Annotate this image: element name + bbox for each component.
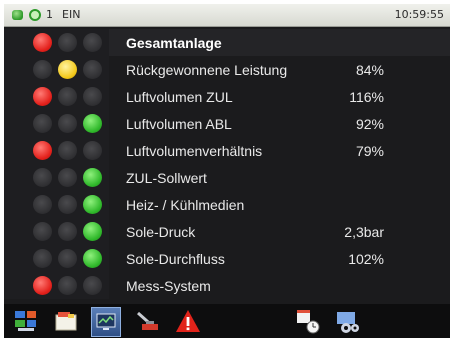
row-label: Sole-Durchfluss (126, 251, 225, 267)
operating-mode: EIN (62, 8, 81, 21)
off-led-icon (58, 168, 77, 187)
off-led-icon (58, 114, 77, 133)
row-value: 116% (349, 89, 384, 105)
red-led-icon (33, 141, 52, 160)
ok-indicator-icon (29, 9, 41, 21)
off-led-icon (58, 33, 77, 52)
status-row-sole-druck[interactable]: Sole-Druck 2,3bar (4, 218, 450, 245)
off-led-icon (58, 87, 77, 106)
off-led-icon (33, 249, 52, 268)
red-led-icon (33, 276, 52, 295)
run-status-icon (12, 10, 23, 20)
service-icon[interactable] (134, 307, 162, 335)
row-label: Luftvolumen ABL (126, 116, 232, 132)
off-led-icon (83, 276, 102, 295)
row-label: Heiz- / Kühlmedien (126, 197, 245, 213)
row-value: 2,3bar (344, 224, 384, 240)
green-led-icon (83, 249, 102, 268)
off-led-icon (33, 60, 52, 79)
led-group (4, 29, 109, 56)
led-group (4, 56, 109, 83)
status-row-sole-durchfluss[interactable]: Sole-Durchfluss 102% (4, 245, 450, 272)
off-led-icon (83, 60, 102, 79)
led-group (4, 164, 109, 191)
settings-icon[interactable] (334, 307, 362, 335)
monitor-icon[interactable] (91, 307, 121, 337)
bottom-toolbar (4, 304, 450, 338)
row-label: Rückgewonnene Leistung (126, 62, 288, 78)
off-led-icon (58, 195, 77, 214)
green-led-icon (83, 168, 102, 187)
green-led-icon (83, 195, 102, 214)
status-bar: 1 EIN 10:59:55 (4, 4, 450, 27)
status-row-luftvolumenverhaeltnis[interactable]: Luftvolumenverhältnis 79% (4, 137, 450, 164)
off-led-icon (33, 114, 52, 133)
off-led-icon (33, 195, 52, 214)
status-row-rueckgewonnene-leistung[interactable]: Rückgewonnene Leistung 84% (4, 56, 450, 83)
led-group (4, 191, 109, 218)
folder-icon[interactable] (52, 307, 80, 335)
hmi-screen: 1 EIN 10:59:55 Gesamtanlage Rückgewonnen… (4, 4, 450, 338)
off-led-icon (58, 141, 77, 160)
calendar-clock-icon[interactable] (294, 307, 322, 335)
unit-number: 1 (46, 8, 53, 21)
led-group (4, 272, 109, 299)
off-led-icon (83, 87, 102, 106)
led-group (4, 218, 109, 245)
off-led-icon (58, 222, 77, 241)
row-label: ZUL-Sollwert (126, 170, 207, 186)
led-group (4, 245, 109, 272)
red-led-icon (33, 87, 52, 106)
off-led-icon (83, 141, 102, 160)
row-value: 92% (355, 116, 384, 132)
led-group (4, 83, 109, 110)
off-led-icon (58, 249, 77, 268)
status-row-mess-system[interactable]: Mess-System (4, 272, 450, 299)
off-led-icon (33, 168, 52, 187)
off-led-icon (58, 276, 77, 295)
clock: 10:59:55 (394, 8, 444, 21)
green-led-icon (83, 222, 102, 241)
led-group (4, 137, 109, 164)
row-label: Luftvolumen ZUL (126, 89, 233, 105)
row-value: 102% (348, 251, 384, 267)
row-label: Luftvolumenverhältnis (126, 143, 263, 159)
off-led-icon (83, 33, 102, 52)
row-value: 84% (355, 62, 384, 78)
status-row-luftvolumen-zul[interactable]: Luftvolumen ZUL 116% (4, 83, 450, 110)
off-led-icon (33, 222, 52, 241)
yellow-led-icon (58, 60, 77, 79)
status-row-luftvolumen-abl[interactable]: Luftvolumen ABL 92% (4, 110, 450, 137)
status-row-zul-sollwert[interactable]: ZUL-Sollwert (4, 164, 450, 191)
row-value: 79% (355, 143, 384, 159)
status-row-heiz-kuehlmedien[interactable]: Heiz- / Kühlmedien (4, 191, 450, 218)
row-label: Sole-Druck (126, 224, 196, 240)
row-label: Mess-System (126, 278, 211, 294)
row-label: Gesamtanlage (126, 35, 222, 51)
status-row-gesamtanlage[interactable]: Gesamtanlage (4, 29, 450, 56)
overview-icon[interactable] (12, 307, 40, 335)
led-group (4, 110, 109, 137)
red-led-icon (33, 33, 52, 52)
green-led-icon (83, 114, 102, 133)
alarm-icon[interactable] (174, 307, 202, 335)
